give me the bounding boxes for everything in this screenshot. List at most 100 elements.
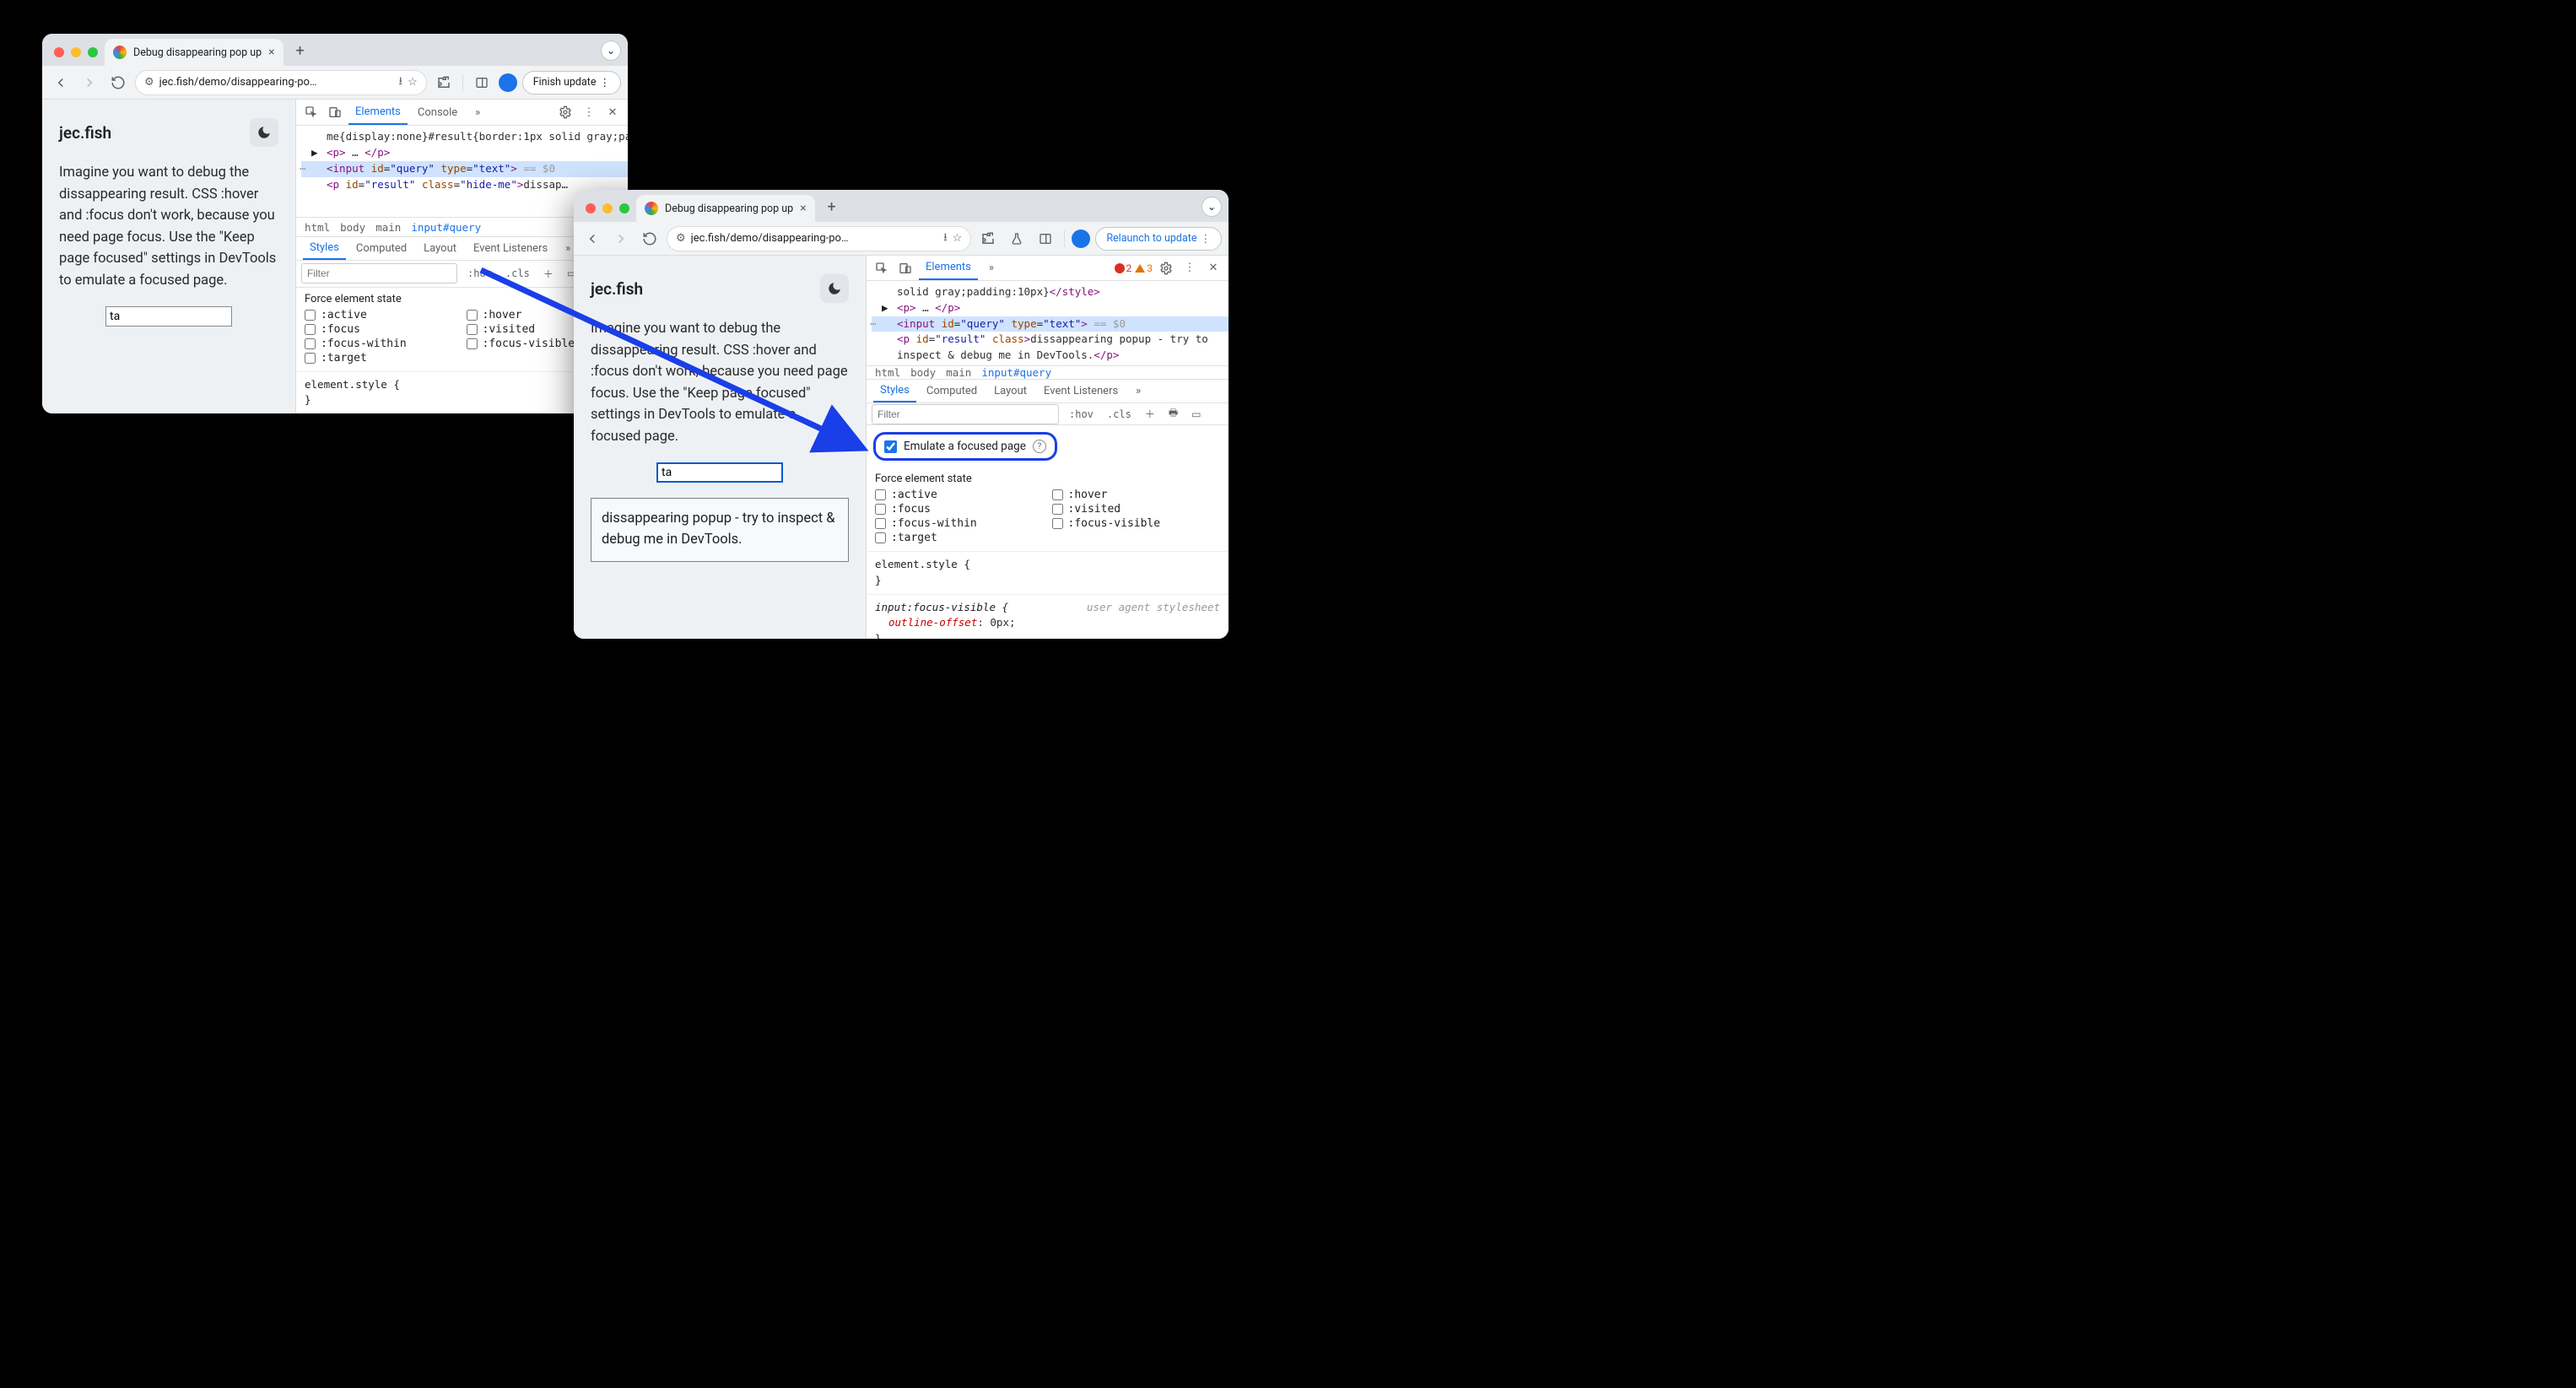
browser-tab[interactable]: Debug disappearing pop up × <box>636 195 815 222</box>
state-active[interactable]: :active <box>875 489 1044 501</box>
crumb[interactable]: html <box>875 366 900 379</box>
reload-icon[interactable] <box>638 227 662 251</box>
close-tab-icon[interactable]: × <box>268 46 274 59</box>
browser-tab[interactable]: Debug disappearing pop up × <box>105 39 284 66</box>
emulate-focused-page[interactable]: Emulate a focused page ? <box>873 432 1057 461</box>
more-subtabs-icon[interactable]: » <box>1128 381 1148 402</box>
more-tabs-icon[interactable]: » <box>981 258 1002 278</box>
profile-avatar-icon[interactable] <box>1072 230 1090 248</box>
hov-toggle[interactable]: :hov <box>464 266 495 281</box>
profile-avatar-icon[interactable] <box>499 73 517 92</box>
new-tab-button[interactable]: + <box>820 195 844 219</box>
settings-gear-icon[interactable] <box>1156 258 1176 278</box>
query-input[interactable] <box>656 462 783 483</box>
crumb[interactable]: body <box>910 366 936 379</box>
query-input[interactable] <box>105 306 232 327</box>
site-brand[interactable]: jec.fish <box>59 123 111 143</box>
close-window-icon[interactable] <box>586 203 596 213</box>
settings-gear-icon[interactable] <box>555 102 575 122</box>
state-target[interactable]: :target <box>305 352 458 365</box>
state-focus[interactable]: :focus <box>305 323 458 336</box>
crumb-active[interactable]: input#query <box>981 366 1051 379</box>
side-panel-icon[interactable] <box>470 71 494 95</box>
state-active[interactable]: :active <box>305 309 458 321</box>
cls-toggle[interactable]: .cls <box>502 266 533 281</box>
subtab-computed[interactable]: Computed <box>920 381 984 402</box>
device-toggle-icon[interactable] <box>325 102 345 122</box>
styles-filter-input[interactable] <box>301 263 457 284</box>
tabs-dropdown-icon[interactable]: ⌄ <box>1202 197 1222 217</box>
extensions-icon[interactable] <box>432 71 456 95</box>
close-devtools-icon[interactable]: ✕ <box>602 102 623 122</box>
tab-elements[interactable]: Elements <box>919 256 978 280</box>
labs-icon[interactable] <box>1005 227 1029 251</box>
dark-mode-toggle[interactable] <box>250 118 278 147</box>
crumb[interactable]: html <box>305 221 330 234</box>
tab-console[interactable]: Console <box>411 101 464 124</box>
dom-breadcrumbs[interactable]: html body main input#query <box>867 365 1229 380</box>
forward-icon[interactable] <box>609 227 633 251</box>
state-focus-within[interactable]: :focus-within <box>305 338 458 350</box>
subtab-styles[interactable]: Styles <box>303 237 346 260</box>
subtab-computed[interactable]: Computed <box>349 238 413 259</box>
subtab-event-listeners[interactable]: Event Listeners <box>467 238 554 259</box>
forward-icon[interactable] <box>78 71 101 95</box>
help-icon[interactable]: ? <box>1033 440 1046 453</box>
dark-mode-toggle[interactable] <box>820 274 849 303</box>
subtab-layout[interactable]: Layout <box>417 238 463 259</box>
site-settings-icon[interactable]: ⚙ <box>676 232 686 245</box>
minimize-window-icon[interactable] <box>602 203 613 213</box>
close-devtools-icon[interactable]: ✕ <box>1203 258 1223 278</box>
state-target[interactable]: :target <box>875 532 1044 544</box>
state-hover[interactable]: :hover <box>1052 489 1221 501</box>
site-brand[interactable]: jec.fish <box>591 279 643 299</box>
crumb[interactable]: body <box>340 221 365 234</box>
state-focus-within[interactable]: :focus-within <box>875 517 1044 530</box>
cls-toggle[interactable]: .cls <box>1104 407 1135 422</box>
address-bar[interactable]: ⚙ jec.fish/demo/disappearing-po… ⭳ ☆ <box>135 70 427 95</box>
state-focus-visible[interactable]: :focus-visible <box>1052 517 1221 530</box>
minimize-window-icon[interactable] <box>71 47 81 57</box>
state-focus[interactable]: :focus <box>875 503 1044 516</box>
zoom-window-icon[interactable] <box>88 47 98 57</box>
close-window-icon[interactable] <box>54 47 64 57</box>
computed-toggle-icon[interactable]: ▭ <box>1188 407 1204 422</box>
emulate-focused-checkbox[interactable] <box>884 440 897 453</box>
print-media-icon[interactable]: 🖶 <box>1165 403 1181 424</box>
device-toggle-icon[interactable] <box>895 258 915 278</box>
bookmark-icon[interactable]: ☆ <box>408 76 418 89</box>
new-rule-icon[interactable]: ＋ <box>1142 405 1158 423</box>
tabs-dropdown-icon[interactable]: ⌄ <box>601 41 621 61</box>
more-tabs-icon[interactable]: » <box>467 102 488 122</box>
update-button[interactable]: Finish update⋮ <box>522 71 621 95</box>
close-tab-icon[interactable]: × <box>800 202 806 215</box>
address-bar[interactable]: ⚙ jec.fish/demo/disappearing-po… ⭳ ☆ <box>667 226 971 251</box>
reload-icon[interactable] <box>106 71 130 95</box>
kebab-menu-icon[interactable]: ⋮ <box>579 102 599 122</box>
zoom-window-icon[interactable] <box>619 203 629 213</box>
back-icon[interactable] <box>49 71 73 95</box>
warning-count-badge[interactable]: 3 <box>1135 262 1153 274</box>
styles-filter-input[interactable] <box>872 404 1059 424</box>
tab-elements[interactable]: Elements <box>348 100 408 125</box>
css-ua-rule[interactable]: user agent stylesheet input:focus-visibl… <box>867 594 1229 640</box>
hov-toggle[interactable]: :hov <box>1066 407 1097 422</box>
css-element-style[interactable]: element.style { } <box>867 551 1229 594</box>
extensions-icon[interactable] <box>976 227 1000 251</box>
crumb[interactable]: main <box>375 221 401 234</box>
new-tab-button[interactable]: + <box>289 39 312 62</box>
crumb[interactable]: main <box>946 366 971 379</box>
install-app-icon[interactable]: ⭳ <box>943 230 948 248</box>
subtab-styles[interactable]: Styles <box>873 380 916 402</box>
state-visited[interactable]: :visited <box>1052 503 1221 516</box>
install-app-icon[interactable]: ⭳ <box>398 73 402 92</box>
inspect-element-icon[interactable] <box>301 102 321 122</box>
dom-tree[interactable]: solid gray;padding:10px}</style> ▶<p> … … <box>867 281 1229 365</box>
error-count-badge[interactable]: 2 <box>1115 262 1132 274</box>
update-button[interactable]: Relaunch to update⋮ <box>1095 227 1222 251</box>
subtab-event-listeners[interactable]: Event Listeners <box>1037 381 1125 402</box>
new-rule-icon[interactable]: ＋ <box>540 265 557 283</box>
kebab-menu-icon[interactable]: ⋮ <box>1180 258 1200 278</box>
back-icon[interactable] <box>581 227 604 251</box>
dom-selected-node[interactable]: ⋯<input id="query" type="text"> == $0 <box>872 316 1229 332</box>
